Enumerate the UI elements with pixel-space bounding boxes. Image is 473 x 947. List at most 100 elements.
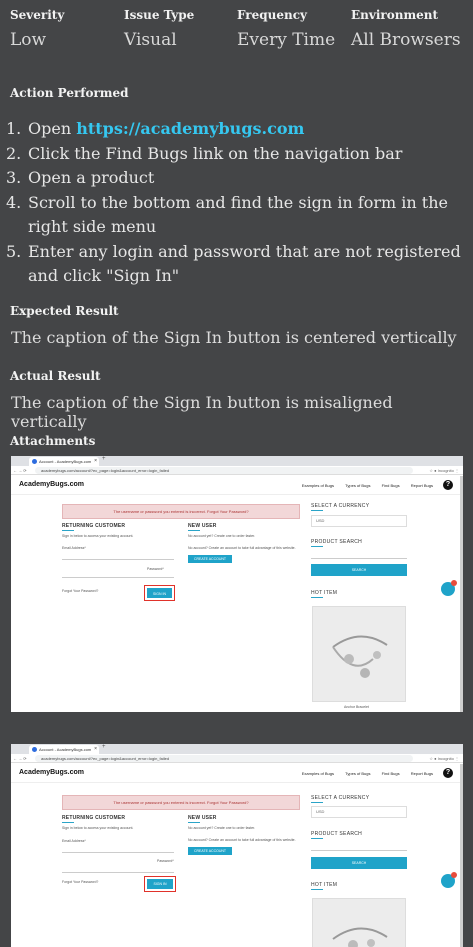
forgot-password-link[interactable]: Forgot Your Password? xyxy=(62,880,98,884)
step-item: 2. Click the Find Bugs link on the navig… xyxy=(6,143,403,163)
help-icon[interactable]: ? xyxy=(443,480,453,490)
product-search-title: PRODUCT SEARCH xyxy=(311,539,363,545)
nav-examples-of-bugs[interactable]: Examples of Bugs xyxy=(302,483,334,488)
notification-dot xyxy=(451,580,457,586)
page-scrollbar[interactable] xyxy=(460,764,463,947)
top-nav: Examples of Bugs Types of Bugs Find Bugs… xyxy=(292,483,433,488)
forgot-password-link[interactable]: Forgot Your Password? xyxy=(62,589,98,593)
action-performed-heading: Action Performed xyxy=(10,86,129,100)
bracelet-image xyxy=(332,927,388,947)
search-button[interactable]: SEARCH xyxy=(311,564,407,576)
email-label: Email Address* xyxy=(62,546,86,550)
issue-type-header: Issue Type xyxy=(124,8,195,22)
browser-tabbar: Account - AcademyBugs.com × + xyxy=(11,456,463,472)
returning-customer-title: RETURNING CUSTOMER xyxy=(62,523,126,529)
page-scrollbar[interactable] xyxy=(460,476,463,712)
nav-types-of-bugs[interactable]: Types of Bugs xyxy=(345,771,370,776)
search-input[interactable] xyxy=(311,850,407,851)
password-label: Password* xyxy=(147,567,164,571)
nav-arrows-icon[interactable]: ← → ⟳ xyxy=(13,466,27,475)
severity-header: Severity xyxy=(10,8,65,22)
new-user-subtitle: No account yet? Create one to order fast… xyxy=(188,826,256,830)
browser-tabbar: Account - AcademyBugs.com × + xyxy=(11,744,463,760)
search-button[interactable]: SEARCH xyxy=(311,857,407,869)
hot-item-caption[interactable]: Anchor Bracelet xyxy=(344,705,369,709)
new-user-subtitle-2: No account? Create an account to take fu… xyxy=(188,546,296,550)
frequency-header: Frequency xyxy=(237,8,308,22)
steps-list: 1. Open https://academybugs.com 2. Click… xyxy=(6,117,461,289)
nav-report-bugs[interactable]: Report Bugs xyxy=(411,483,433,488)
sign-in-button[interactable]: SIGN IN xyxy=(147,879,173,889)
browser-tab[interactable]: Account - AcademyBugs.com × xyxy=(29,745,99,754)
issue-meta: Severity Issue Type Frequency Environmen… xyxy=(10,8,465,50)
password-label: Password* xyxy=(157,859,174,863)
favicon-icon xyxy=(32,747,37,752)
url-field[interactable]: academybugs.com/account/?ec_page=login&a… xyxy=(35,755,413,762)
favicon-icon xyxy=(32,459,37,464)
step-item: 3. Open a product xyxy=(6,168,155,187)
nav-examples-of-bugs[interactable]: Examples of Bugs xyxy=(302,771,334,776)
email-field[interactable] xyxy=(62,559,174,560)
notification-dot xyxy=(451,872,457,878)
nav-find-bugs[interactable]: Find Bugs xyxy=(382,483,400,488)
new-user-title: NEW USER xyxy=(188,815,217,821)
nav-arrows-icon[interactable]: ← → ⟳ xyxy=(13,754,27,763)
attachment-screenshot-1[interactable]: Account - AcademyBugs.com × + ← → ⟳ acade… xyxy=(11,456,463,712)
bracelet-image xyxy=(332,635,388,678)
hot-item-title: HOT ITEM xyxy=(311,590,338,596)
login-error-alert: The username or password you entered is … xyxy=(62,504,300,519)
bug-helper-badge[interactable] xyxy=(441,872,457,888)
new-tab-icon[interactable]: + xyxy=(102,744,106,750)
nav-types-of-bugs[interactable]: Types of Bugs xyxy=(345,483,370,488)
hot-item-title: HOT ITEM xyxy=(311,882,338,888)
address-bar[interactable]: ← → ⟳ academybugs.com/account/?ec_page=l… xyxy=(11,466,463,475)
site-logo[interactable]: AcademyBugs.com xyxy=(19,769,84,776)
step-item: 4. Scroll to the bottom and find the sig… xyxy=(6,192,448,237)
returning-customer-subtitle: Sign in below to access your existing ac… xyxy=(62,534,134,538)
academybugs-link[interactable]: https://academybugs.com xyxy=(76,119,304,138)
expected-result-heading: Expected Result xyxy=(10,304,119,318)
attachment-screenshot-2[interactable]: Account - AcademyBugs.com × + ← → ⟳ acade… xyxy=(11,744,463,947)
browser-menu-icon[interactable]: ☆ ● Incognito ⋮ xyxy=(429,754,459,763)
site-logo[interactable]: AcademyBugs.com xyxy=(19,481,84,488)
sign-in-button[interactable]: SIGN IN xyxy=(147,588,172,598)
create-account-button[interactable]: CREATE ACCOUNT xyxy=(188,555,232,563)
new-user-subtitle: No account yet? Create one to order fast… xyxy=(188,534,256,538)
address-bar[interactable]: ← → ⟳ academybugs.com/account/?ec_page=l… xyxy=(11,754,463,763)
browser-menu-icon[interactable]: ☆ ● Incognito ⋮ xyxy=(429,466,459,475)
severity-value: Low xyxy=(10,30,47,50)
new-user-subtitle-2: No account? Create an account to take fu… xyxy=(188,838,296,842)
password-field[interactable] xyxy=(62,577,174,578)
password-field[interactable] xyxy=(62,872,174,873)
create-account-button[interactable]: CREATE ACCOUNT xyxy=(188,847,232,855)
nav-report-bugs[interactable]: Report Bugs xyxy=(411,771,433,776)
top-nav: Examples of Bugs Types of Bugs Find Bugs… xyxy=(292,771,433,776)
close-icon[interactable]: × xyxy=(94,745,97,754)
returning-customer-title: RETURNING CUSTOMER xyxy=(62,815,126,821)
hot-item-image[interactable] xyxy=(312,606,406,702)
hot-item-image[interactable] xyxy=(312,898,406,947)
email-field[interactable] xyxy=(62,852,174,853)
step-item: 1. Open https://academybugs.com xyxy=(6,119,305,138)
new-tab-icon[interactable]: + xyxy=(102,456,106,462)
url-field[interactable]: academybugs.com/account/?ec_page=login&a… xyxy=(35,467,413,474)
login-error-alert: The username or password you entered is … xyxy=(62,795,300,810)
new-user-title: NEW USER xyxy=(188,523,217,529)
nav-find-bugs[interactable]: Find Bugs xyxy=(382,771,400,776)
email-label: Email Address* xyxy=(62,839,86,843)
returning-customer-subtitle: Sign in below to access your existing ac… xyxy=(62,826,134,830)
currency-select[interactable]: USD xyxy=(311,806,407,818)
actual-result-text: The caption of the Sign In button is mis… xyxy=(11,393,393,431)
help-icon[interactable]: ? xyxy=(443,768,453,778)
site-header: AcademyBugs.com Examples of Bugs Types o… xyxy=(11,763,463,783)
search-input[interactable] xyxy=(311,558,407,559)
site-header: AcademyBugs.com Examples of Bugs Types o… xyxy=(11,475,463,495)
browser-tab[interactable]: Account - AcademyBugs.com × xyxy=(29,457,99,466)
close-icon[interactable]: × xyxy=(94,457,97,466)
step-item: 5. Enter any login and password that are… xyxy=(6,241,461,286)
environment-header: Environment xyxy=(351,8,439,22)
actual-result-heading: Actual Result xyxy=(10,369,101,383)
frequency-value: Every Time xyxy=(237,30,336,50)
bug-helper-badge[interactable] xyxy=(441,580,457,596)
currency-select[interactable]: USD xyxy=(311,515,407,527)
